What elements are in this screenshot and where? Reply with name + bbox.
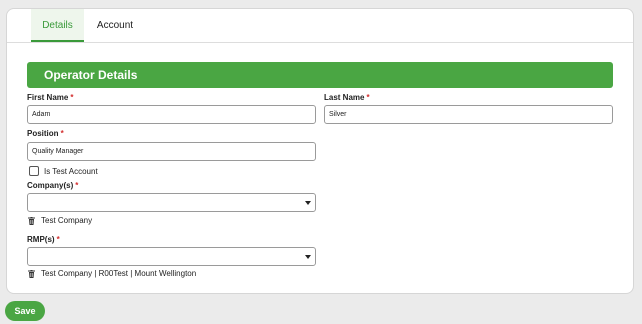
- required-mark: *: [56, 235, 60, 244]
- position-label-text: Position: [27, 129, 59, 138]
- company-tag-text: Test Company: [41, 216, 93, 225]
- last-name-input[interactable]: Silver: [324, 105, 613, 124]
- required-mark: *: [75, 181, 79, 190]
- last-name-label-text: Last Name: [324, 93, 365, 102]
- rmps-select[interactable]: [27, 247, 316, 266]
- operator-form-card: Details Account Operator Details First N…: [6, 8, 634, 294]
- rmps-label: RMP(s) *: [27, 235, 60, 244]
- first-name-input[interactable]: Adam: [27, 105, 316, 124]
- trash-icon[interactable]: [28, 269, 35, 278]
- company-tag: Test Company: [28, 216, 92, 225]
- first-name-label-text: First Name: [27, 93, 69, 102]
- companies-label-text: Company(s): [27, 181, 74, 190]
- rmp-tag: Test Company | R00Test | Mount Wellingto…: [28, 269, 196, 278]
- position-input[interactable]: Quality Manager: [27, 142, 316, 161]
- rmps-label-text: RMP(s): [27, 235, 55, 244]
- required-mark: *: [60, 129, 64, 138]
- save-button[interactable]: Save: [5, 301, 45, 321]
- required-mark: *: [366, 93, 370, 102]
- position-label: Position *: [27, 129, 64, 138]
- rmp-tag-text: Test Company | R00Test | Mount Wellingto…: [41, 269, 197, 278]
- companies-label: Company(s) *: [27, 181, 78, 190]
- tab-account[interactable]: Account: [87, 9, 143, 42]
- last-name-label: Last Name *: [324, 93, 370, 102]
- is-test-account-label: Is Test Account: [44, 167, 98, 176]
- required-mark: *: [70, 93, 74, 102]
- first-name-label: First Name *: [27, 93, 73, 102]
- chevron-down-icon: [305, 255, 311, 259]
- trash-icon[interactable]: [28, 216, 35, 225]
- companies-select[interactable]: [27, 193, 316, 212]
- chevron-down-icon: [305, 201, 311, 205]
- tab-details[interactable]: Details: [31, 9, 84, 42]
- tab-bar: Details Account: [7, 9, 633, 43]
- section-header-operator-details: Operator Details: [27, 62, 613, 88]
- is-test-account-checkbox[interactable]: [29, 166, 39, 176]
